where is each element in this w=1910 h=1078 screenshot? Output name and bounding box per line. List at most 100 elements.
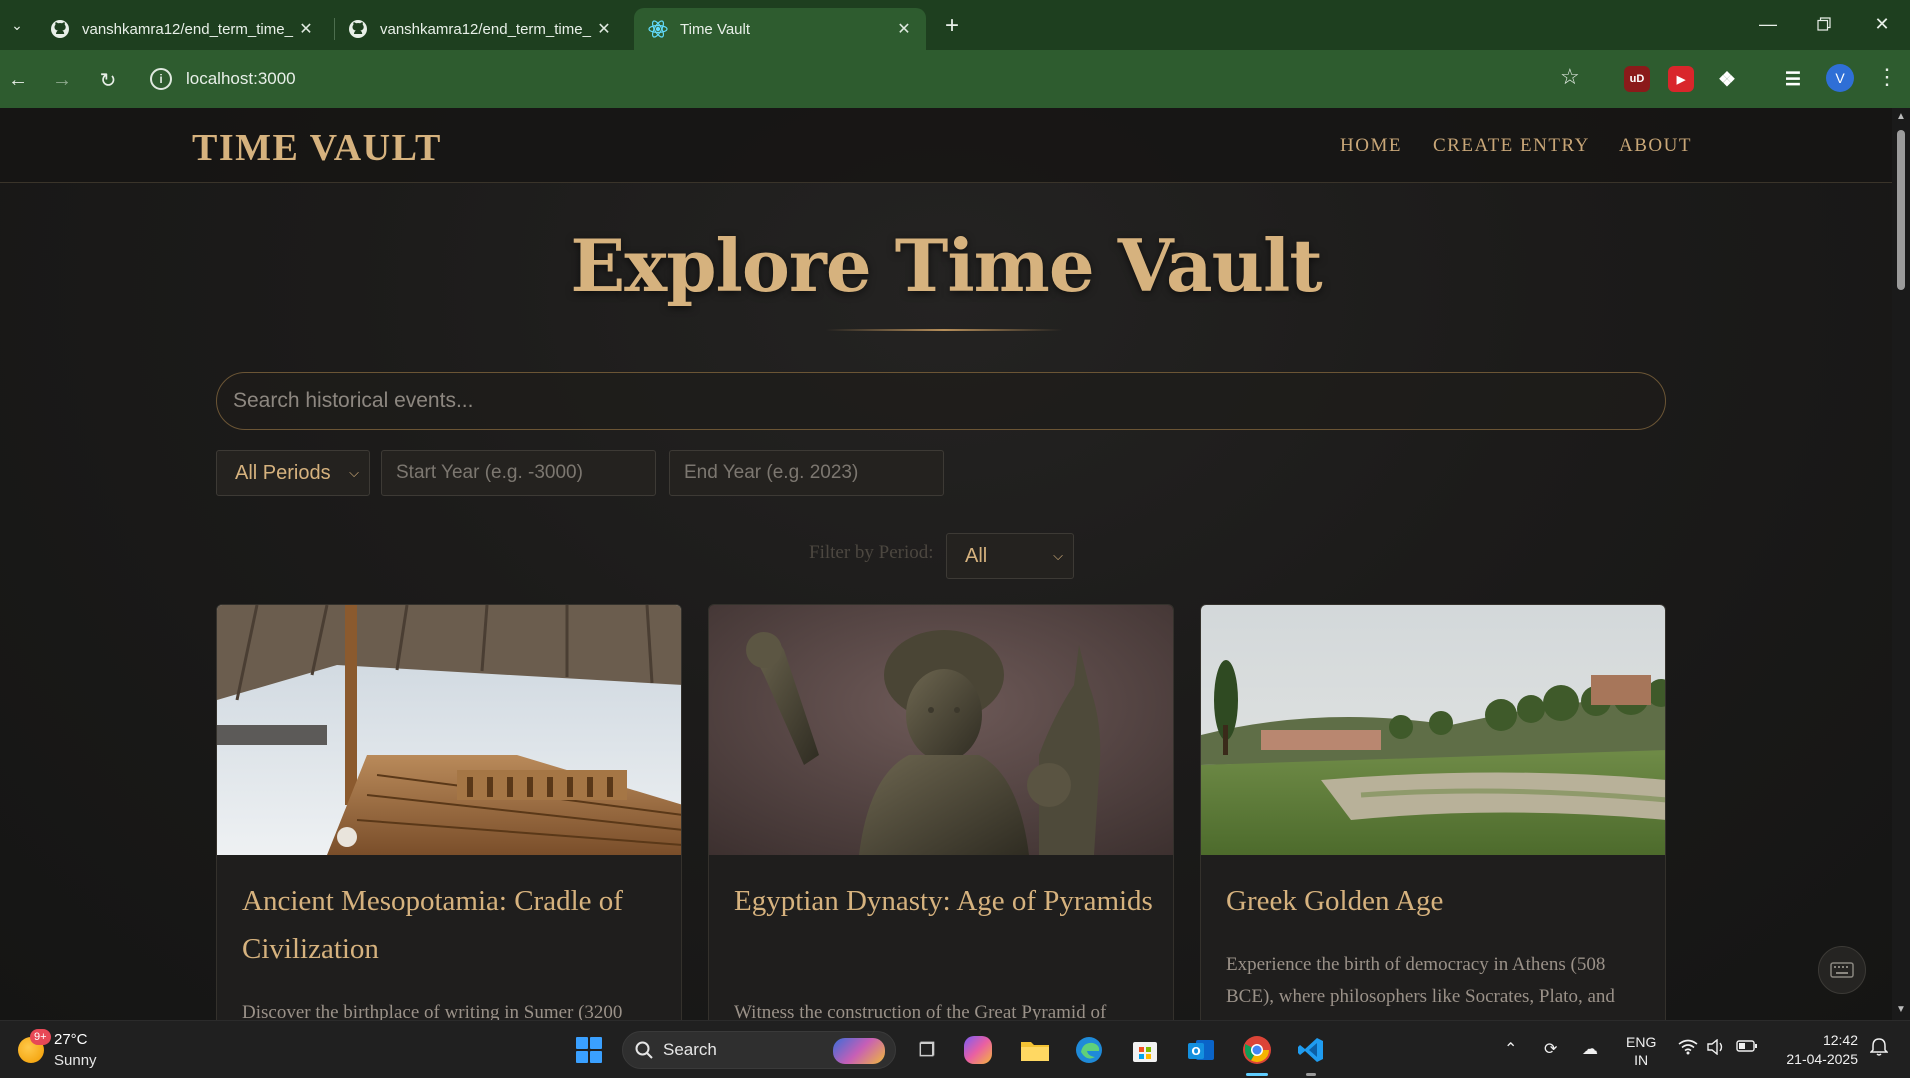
back-arrow-icon[interactable]: ← xyxy=(2,64,34,96)
forward-arrow-icon[interactable]: → xyxy=(46,64,78,96)
tab-title: Time Vault xyxy=(680,20,751,38)
nav-create-entry[interactable]: CREATE ENTRY xyxy=(1433,135,1590,157)
scroll-up-icon[interactable]: ▲ xyxy=(1896,111,1906,122)
extensions-puzzle-icon[interactable]: ❖ xyxy=(1714,66,1740,92)
filter-period-value: All xyxy=(965,544,988,567)
reload-icon[interactable]: ↻ xyxy=(92,64,124,96)
chevron-down-icon: ⌵ xyxy=(349,465,359,480)
file-explorer-icon[interactable] xyxy=(1018,1033,1052,1067)
weather-badge: 9+ xyxy=(30,1029,51,1045)
card-title[interactable]: Greek Golden Age xyxy=(1226,877,1646,925)
system-clock[interactable]: 12:42 21-04-2025 xyxy=(1776,1031,1858,1069)
ublock-extension-icon[interactable]: uD xyxy=(1624,66,1650,92)
end-year-input[interactable] xyxy=(669,450,944,496)
input-language[interactable]: ENG IN xyxy=(1626,1033,1656,1069)
search-icon xyxy=(635,1041,653,1059)
react-icon xyxy=(648,19,668,39)
card-title[interactable]: Ancient Mesopotamia: Cradle of Civilizat… xyxy=(242,877,662,973)
close-tab-icon[interactable]: ✕ xyxy=(894,19,914,39)
card-image-ancient-field xyxy=(1201,605,1665,855)
tab-title: vanshkamra12/end_term_time_ xyxy=(380,20,591,38)
period-select-value: All Periods xyxy=(235,461,331,484)
active-app-indicator xyxy=(1246,1073,1268,1076)
scroll-down-icon[interactable]: ▼ xyxy=(1896,1004,1906,1015)
keyboard-icon[interactable] xyxy=(1818,946,1866,994)
running-app-indicator xyxy=(1306,1073,1316,1076)
card-title[interactable]: Egyptian Dynasty: Age of Pyramids xyxy=(734,877,1154,925)
battery-icon[interactable] xyxy=(1736,1039,1758,1058)
filter-period-select[interactable]: All ⌵ xyxy=(946,533,1074,579)
wifi-icon[interactable] xyxy=(1678,1039,1698,1060)
page-title: Explore Time Vault xyxy=(570,223,1322,308)
url-text[interactable]: localhost:3000 xyxy=(186,69,296,89)
close-window-icon[interactable]: ✕ xyxy=(1862,8,1902,40)
nav-home[interactable]: HOME xyxy=(1340,135,1402,157)
volume-icon[interactable] xyxy=(1706,1038,1726,1060)
show-hidden-icons-chevron-icon[interactable]: ⌃ xyxy=(1504,1039,1517,1059)
github-icon xyxy=(50,19,70,39)
notifications-bell-icon[interactable] xyxy=(1869,1037,1889,1062)
taskbar-search[interactable]: Search xyxy=(622,1031,896,1069)
taskbar-search-label: Search xyxy=(663,1040,717,1059)
browser-tab-strip: ⌄ vanshkamra12/end_term_time_ ✕ vanshkam… xyxy=(0,0,1910,50)
chevron-down-icon: ⌵ xyxy=(1053,548,1063,563)
card-image-ancient-ship xyxy=(217,605,681,855)
site-header: TIME VAULT HOME CREATE ENTRY ABOUT xyxy=(0,108,1892,183)
tab-title: vanshkamra12/end_term_time_ xyxy=(82,20,293,38)
search-highlight-image xyxy=(833,1038,885,1064)
card-image-bronze-statue xyxy=(709,605,1173,855)
close-tab-icon[interactable]: ✕ xyxy=(296,19,316,39)
weather-temperature[interactable]: 27°C xyxy=(54,1031,88,1048)
period-select[interactable]: All Periods ⌵ xyxy=(216,450,370,496)
copilot-icon[interactable] xyxy=(964,1036,992,1064)
new-tab-icon[interactable]: + xyxy=(938,12,966,40)
minimize-icon[interactable]: — xyxy=(1748,8,1788,40)
scroll-thumb[interactable] xyxy=(1897,130,1905,290)
address-bar[interactable]: i localhost:3000 xyxy=(140,60,1584,98)
search-input[interactable] xyxy=(216,372,1666,430)
media-queue-icon[interactable]: ☰ xyxy=(1780,66,1806,92)
tab-time-vault[interactable]: Time Vault ✕ xyxy=(634,8,926,50)
card-description: Discover the birthplace of writing in Su… xyxy=(242,1002,623,1020)
bookmark-star-icon[interactable]: ☆ xyxy=(1560,64,1580,90)
clock-date: 21-04-2025 xyxy=(1786,1051,1858,1067)
onedrive-cloud-icon[interactable]: ☁ xyxy=(1582,1039,1598,1059)
vscode-icon[interactable] xyxy=(1294,1033,1328,1067)
outlook-icon[interactable]: O xyxy=(1184,1033,1218,1067)
sync-icon[interactable]: ⟳ xyxy=(1544,1039,1557,1059)
filter-by-period-label: Filter by Period: xyxy=(809,542,934,563)
start-year-input[interactable] xyxy=(381,450,656,496)
site-logo[interactable]: TIME VAULT xyxy=(192,126,442,170)
browser-toolbar: ← → ↻ i localhost:3000 ☆ uD ▶ ❖ ☰ V ⋮ xyxy=(0,50,1910,108)
weather-condition[interactable]: Sunny xyxy=(54,1052,97,1069)
region-code: IN xyxy=(1634,1052,1649,1068)
windows-taskbar: 9+ 27°C Sunny Search ❐ O ⌃ ⟳ ☁ ENG IN 12… xyxy=(0,1020,1910,1078)
title-underline-divider xyxy=(826,329,1062,331)
site-info-icon[interactable]: i xyxy=(150,68,172,90)
microsoft-store-icon[interactable] xyxy=(1128,1033,1162,1067)
chrome-icon[interactable] xyxy=(1240,1033,1274,1067)
tab-search-chevron-icon[interactable]: ⌄ xyxy=(4,12,30,38)
card-description: Experience the birth of democracy in Ath… xyxy=(1226,954,1615,1007)
github-icon xyxy=(348,19,368,39)
tab-github-1[interactable]: vanshkamra12/end_term_time_ ✕ xyxy=(36,8,328,50)
windows-start-icon[interactable] xyxy=(572,1033,606,1067)
svg-text:O: O xyxy=(1191,1045,1200,1058)
close-tab-icon[interactable]: ✕ xyxy=(594,19,614,39)
event-card[interactable]: Egyptian Dynasty: Age of Pyramids Witnes… xyxy=(708,604,1174,1020)
browser-menu-icon[interactable]: ⋮ xyxy=(1876,64,1898,90)
task-view-icon[interactable]: ❐ xyxy=(910,1033,944,1067)
tab-github-2[interactable]: vanshkamra12/end_term_time_ ✕ xyxy=(334,8,626,50)
event-card[interactable]: Greek Golden Age Experience the birth of… xyxy=(1200,604,1666,1020)
youtube-extension-icon[interactable]: ▶ xyxy=(1668,66,1694,92)
edge-browser-icon[interactable] xyxy=(1072,1033,1106,1067)
nav-about[interactable]: ABOUT xyxy=(1619,135,1692,157)
event-card[interactable]: Ancient Mesopotamia: Cradle of Civilizat… xyxy=(216,604,682,1020)
profile-avatar[interactable]: V xyxy=(1826,64,1854,92)
language-code: ENG xyxy=(1626,1034,1657,1050)
card-description: Witness the construction of the Great Py… xyxy=(734,1002,1107,1020)
page-scrollbar[interactable]: ▲ ▼ xyxy=(1892,108,1910,1020)
clock-time: 12:42 xyxy=(1822,1032,1858,1048)
restore-icon[interactable] xyxy=(1804,8,1844,40)
page-viewport: TIME VAULT HOME CREATE ENTRY ABOUT Explo… xyxy=(0,108,1892,1020)
